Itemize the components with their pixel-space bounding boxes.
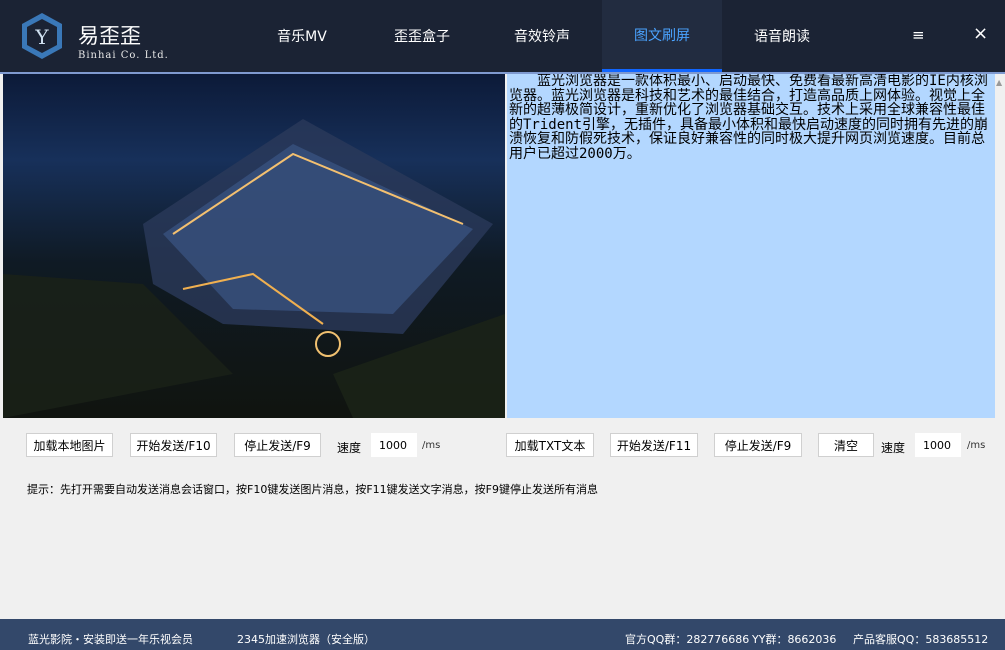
footer-bar: 蓝光影院・安装即送一年乐视会员 2345加速浏览器（安全版） 官方QQ群：282… [0, 619, 1005, 650]
close-icon[interactable]: × [973, 23, 988, 44]
preview-image [3, 74, 505, 418]
qq-group: 官方QQ群：282776686 [625, 631, 749, 647]
footer-ad-link-2[interactable]: 2345加速浏览器（安全版） [237, 631, 375, 647]
image-speed-input[interactable] [371, 433, 417, 457]
logo-icon: Y [20, 12, 64, 60]
scrollbar[interactable]: ▲ [995, 74, 1005, 418]
image-speed-unit: /ms [422, 440, 440, 451]
text-content-area[interactable]: 蓝光浏览器是一款体积最小、启动最快、免费看最新高清电影的IE内核浏览器。蓝光浏览… [507, 74, 995, 418]
footer-ad-link-1[interactable]: 蓝光影院・安装即送一年乐视会员 [28, 631, 193, 647]
support-qq: 产品客服QQ：583685512 [853, 631, 988, 647]
load-txt-button[interactable]: 加载TXT文本 [506, 433, 594, 457]
stop-text-send-button[interactable]: 停止发送/F9 [714, 433, 802, 457]
tab-image-text-spam[interactable]: 图文刷屏 [602, 0, 722, 72]
title-bar: Y 易歪歪 Binhai Co. Ltd. 音乐MV 歪歪盒子 音效铃声 图文刷… [0, 0, 1005, 72]
hint-text: 提示：先打开需要自动发送消息会话窗口，按F10键发送图片消息，按F11键发送文字… [27, 481, 598, 497]
text-speed-input[interactable] [915, 433, 961, 457]
stop-image-send-button[interactable]: 停止发送/F9 [234, 433, 321, 457]
tab-voice-reading[interactable]: 语音朗读 [722, 0, 842, 72]
load-image-button[interactable]: 加载本地图片 [26, 433, 113, 457]
clear-button[interactable]: 清空 [818, 433, 874, 457]
scroll-up-icon[interactable]: ▲ [996, 78, 1002, 87]
tab-sound-ringtone[interactable]: 音效铃声 [482, 0, 602, 72]
svg-text:Y: Y [34, 25, 49, 49]
start-image-send-button[interactable]: 开始发送/F10 [130, 433, 217, 457]
tab-box[interactable]: 歪歪盒子 [362, 0, 482, 72]
menu-icon[interactable]: ≡ [912, 26, 925, 44]
tab-music-mv[interactable]: 音乐MV [242, 0, 362, 72]
text-speed-label: 速度 [881, 439, 905, 456]
brand-subtitle: Binhai Co. Ltd. [78, 50, 169, 61]
text-speed-unit: /ms [967, 440, 985, 451]
start-text-send-button[interactable]: 开始发送/F11 [610, 433, 698, 457]
brand-name: 易歪歪 [78, 20, 141, 50]
yy-group: YY群：8662036 [752, 631, 836, 647]
image-speed-label: 速度 [337, 439, 361, 456]
